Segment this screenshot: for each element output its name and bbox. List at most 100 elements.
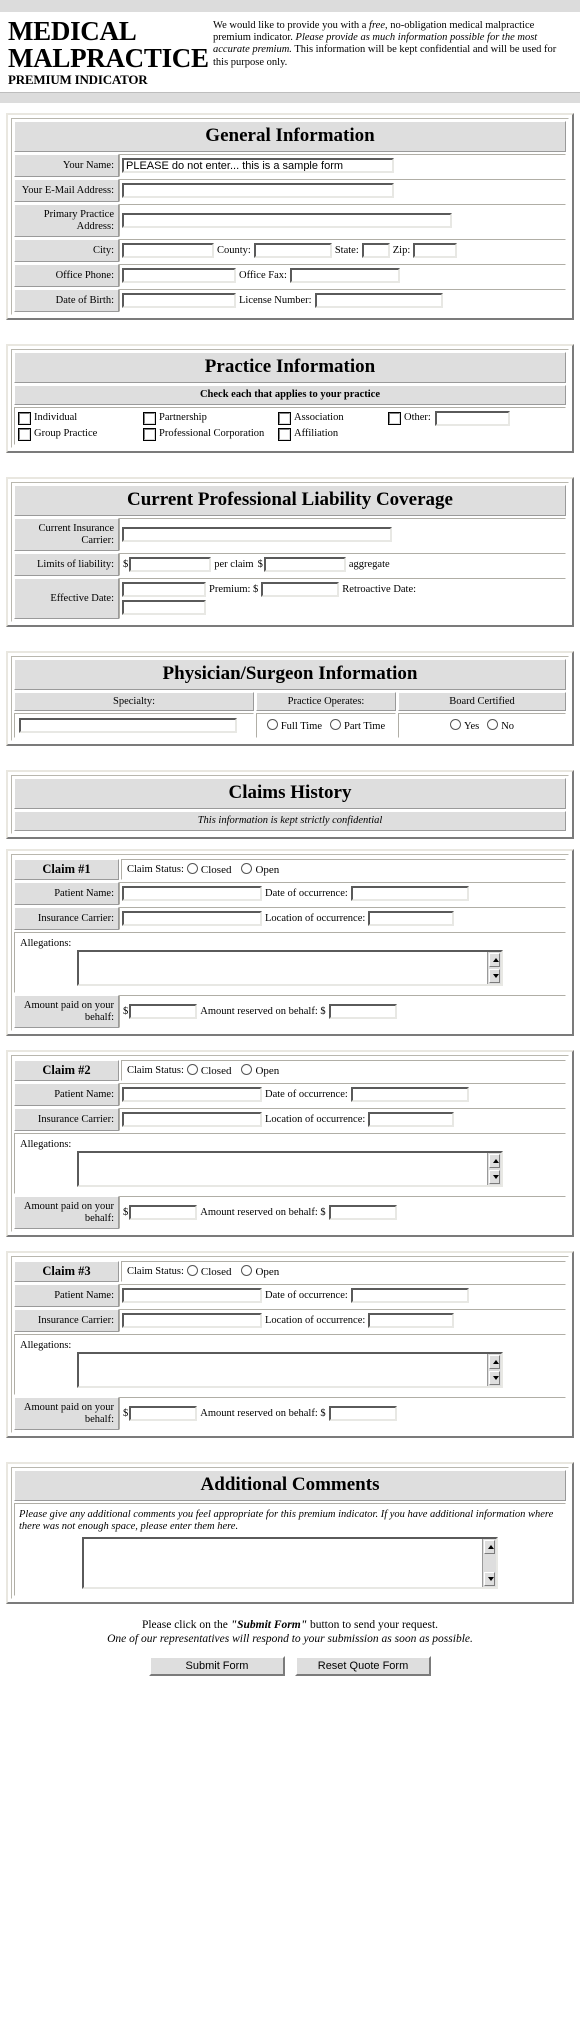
- patient-name-input[interactable]: [122, 886, 262, 901]
- patient-name-label: Patient Name:: [14, 1083, 119, 1106]
- location-of-occurrence-input[interactable]: [368, 1313, 455, 1328]
- additional-comments-textarea[interactable]: [82, 1537, 498, 1589]
- radio-icon[interactable]: [241, 1064, 253, 1075]
- limit-per-claim-input[interactable]: [129, 557, 212, 572]
- scroll-down-icon[interactable]: [484, 1572, 495, 1586]
- scroll-up-icon[interactable]: [484, 1540, 495, 1554]
- office-phone-input[interactable]: [122, 268, 236, 283]
- date-of-occurrence-input[interactable]: [350, 886, 469, 901]
- checkbox-icon[interactable]: [143, 427, 156, 441]
- checkbox-other[interactable]: Other:: [388, 410, 510, 426]
- other-practice-input[interactable]: [434, 410, 510, 426]
- county-input[interactable]: [253, 243, 332, 258]
- radio-icon[interactable]: [186, 1265, 198, 1276]
- scroll-up-icon[interactable]: [489, 953, 500, 967]
- insurance-carrier-input[interactable]: [122, 911, 262, 926]
- date-of-birth-input[interactable]: [122, 293, 236, 308]
- radio-icon[interactable]: [186, 863, 198, 874]
- radio-icon[interactable]: [330, 719, 341, 730]
- amount-paid-input[interactable]: [129, 1004, 198, 1019]
- address-input[interactable]: [122, 213, 452, 228]
- checkbox-group-practice[interactable]: Group Practice: [18, 426, 144, 442]
- amount-paid-input[interactable]: [129, 1406, 198, 1421]
- patient-name-input[interactable]: [122, 1087, 262, 1102]
- textarea-scrollbar[interactable]: [487, 1153, 501, 1185]
- radio-claim-open[interactable]: Open: [241, 1265, 279, 1278]
- radio-no-label: No: [501, 721, 515, 732]
- date-of-occurrence-input[interactable]: [350, 1288, 469, 1303]
- textarea-scrollbar[interactable]: [487, 952, 501, 984]
- patient-name-row: Patient Name: Date of occurrence:: [14, 1083, 566, 1106]
- amount-reserved-input[interactable]: [328, 1004, 397, 1019]
- zip-input[interactable]: [413, 243, 458, 258]
- scroll-up-icon[interactable]: [489, 1154, 500, 1168]
- radio-icon[interactable]: [241, 1265, 253, 1276]
- radio-icon[interactable]: [487, 719, 499, 730]
- allegations-textarea[interactable]: [77, 1151, 503, 1187]
- checkbox-icon[interactable]: [143, 411, 156, 425]
- checkbox-association[interactable]: Association: [278, 410, 389, 426]
- radio-icon[interactable]: [266, 719, 278, 730]
- radio-icon[interactable]: [449, 719, 461, 730]
- insurance-carrier-label: Insurance Carrier:: [14, 1108, 119, 1131]
- submit-form-button[interactable]: Submit Form: [149, 1656, 285, 1676]
- radio-claim-closed[interactable]: Closed: [186, 863, 231, 876]
- radio-claim-open[interactable]: Open: [241, 1064, 279, 1077]
- scroll-down-icon[interactable]: [489, 1170, 500, 1184]
- allegations-textarea[interactable]: [77, 1352, 503, 1388]
- checkbox-icon[interactable]: [278, 427, 291, 441]
- claim-heading-row: Claim #1 Claim Status: Closed Open: [14, 859, 566, 880]
- date-of-occurrence-input[interactable]: [350, 1087, 469, 1102]
- allegations-textarea[interactable]: [77, 950, 503, 986]
- checkbox-professional-corporation[interactable]: Professional Corporation: [143, 426, 279, 442]
- current-carrier-input[interactable]: [122, 527, 392, 542]
- textarea-scrollbar[interactable]: [482, 1539, 496, 1587]
- location-of-occurrence-input[interactable]: [368, 1112, 455, 1127]
- premium-input[interactable]: [261, 582, 340, 597]
- limit-aggregate-input[interactable]: [263, 557, 346, 572]
- scroll-up-icon[interactable]: [489, 1355, 500, 1369]
- insurance-carrier-input[interactable]: [122, 1112, 262, 1127]
- claim-panel-1: Claim #1 Claim Status: Closed Open Patient N…: [6, 849, 574, 1036]
- scroll-down-icon[interactable]: [489, 969, 500, 983]
- email-input[interactable]: [122, 183, 394, 198]
- radio-board-certified-no[interactable]: No: [487, 719, 514, 732]
- patient-name-input[interactable]: [122, 1288, 262, 1303]
- radio-claim-open[interactable]: Open: [241, 863, 279, 876]
- amount-reserved-input[interactable]: [328, 1205, 397, 1220]
- checkbox-icon[interactable]: [18, 427, 31, 441]
- your-name-input[interactable]: PLEASE do not enter... this is a sample …: [122, 158, 394, 173]
- checkbox-icon[interactable]: [388, 411, 401, 425]
- amounts-row: Amount paid on your behalf: $ Amount reser…: [14, 1196, 566, 1229]
- radio-board-certified-yes[interactable]: Yes: [449, 719, 479, 732]
- checkbox-individual[interactable]: Individual: [18, 410, 144, 426]
- checkbox-icon[interactable]: [278, 411, 291, 425]
- license-number-input[interactable]: [314, 293, 443, 308]
- office-fax-input[interactable]: [289, 268, 400, 283]
- effective-date-input[interactable]: [122, 582, 206, 597]
- reset-quote-form-button[interactable]: Reset Quote Form: [295, 1656, 431, 1676]
- radio-icon[interactable]: [186, 1064, 198, 1075]
- checkbox-affiliation[interactable]: Affiliation: [278, 426, 389, 442]
- amount-reserved-input[interactable]: [328, 1406, 397, 1421]
- amount-reserved-label: Amount reserved on behalf: $: [200, 1006, 326, 1017]
- radio-full-time[interactable]: Full Time: [266, 719, 322, 732]
- location-of-occurrence-label: Location of occurrence:: [265, 913, 366, 924]
- radio-icon[interactable]: [241, 863, 253, 874]
- amount-paid-input[interactable]: [129, 1205, 198, 1220]
- date-of-birth-label: Date of Birth:: [14, 289, 119, 312]
- radio-claim-closed[interactable]: Closed: [186, 1064, 231, 1077]
- textarea-scrollbar[interactable]: [487, 1354, 501, 1386]
- aggregate-label: aggregate: [348, 559, 390, 570]
- checkbox-icon[interactable]: [18, 411, 31, 425]
- retroactive-date-input[interactable]: [122, 600, 206, 615]
- radio-claim-closed[interactable]: Closed: [186, 1265, 231, 1278]
- state-input[interactable]: [361, 243, 390, 258]
- city-input[interactable]: [122, 243, 214, 258]
- radio-part-time[interactable]: Part Time: [330, 719, 385, 732]
- scroll-down-icon[interactable]: [489, 1371, 500, 1385]
- insurance-carrier-input[interactable]: [122, 1313, 262, 1328]
- checkbox-partnership[interactable]: Partnership: [143, 410, 279, 426]
- location-of-occurrence-input[interactable]: [368, 911, 455, 926]
- specialty-input[interactable]: [19, 718, 237, 733]
